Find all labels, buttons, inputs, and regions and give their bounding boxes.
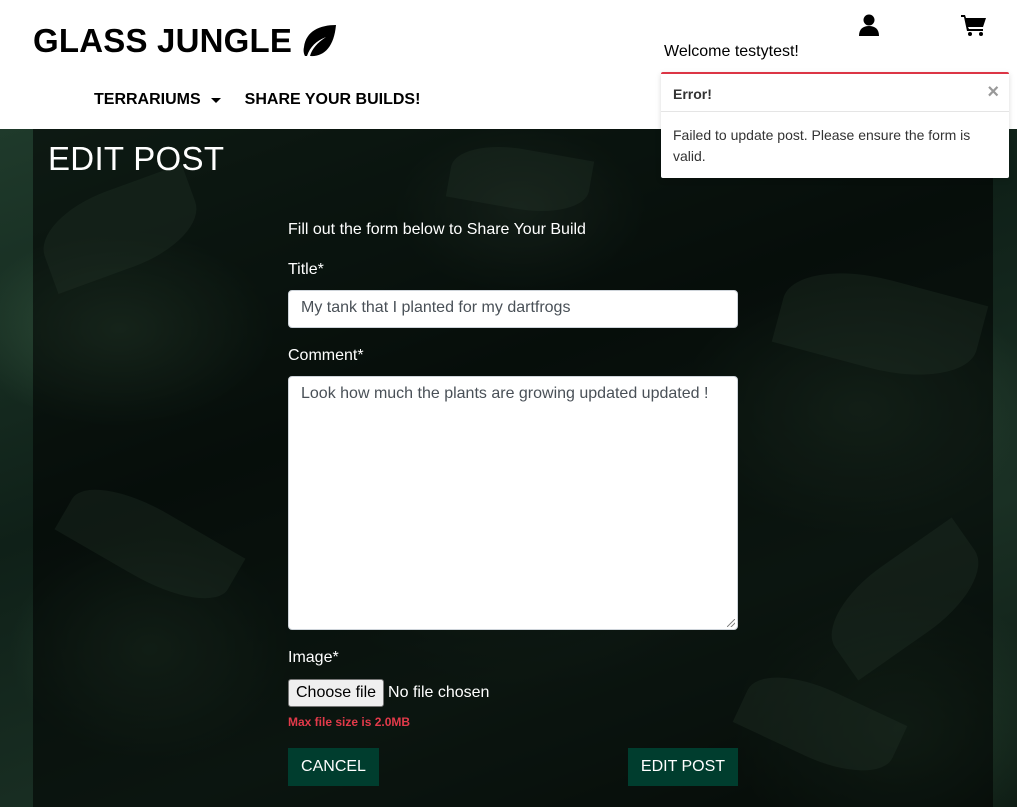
error-toast: Error! × Failed to update post. Please e… xyxy=(661,72,1009,178)
edit-post-button[interactable]: EDIT POST xyxy=(628,748,738,786)
nav-item-label: SHARE YOUR BUILDS! xyxy=(244,91,421,108)
image-label: Image* xyxy=(288,649,339,666)
comment-text: Look how much the plants are growing upd… xyxy=(301,385,709,402)
comment-label: Comment* xyxy=(288,347,364,364)
my-account-link[interactable]: My Account xyxy=(826,14,912,65)
toast-message: Failed to update post. Please ensure the… xyxy=(673,127,971,164)
file-status: No file chosen xyxy=(388,684,490,701)
my-account-label: My Account xyxy=(827,47,911,64)
cart-total: £0.00 xyxy=(953,47,995,64)
cancel-button[interactable]: CANCEL xyxy=(288,748,379,786)
close-icon[interactable]: × xyxy=(987,81,999,104)
form-intro: Fill out the form below to Share Your Bu… xyxy=(288,221,586,238)
toast-header: Error! × xyxy=(661,74,1009,112)
nav-item-share-your-builds[interactable]: SHARE YOUR BUILDS! xyxy=(245,91,421,109)
cart-link[interactable]: £0.00 xyxy=(948,14,1000,65)
resize-handle[interactable] xyxy=(727,619,735,627)
logo-text: GLASS JUNGLE xyxy=(33,22,293,59)
user-icon xyxy=(858,14,880,40)
welcome-text: Welcome testytest! xyxy=(664,43,799,60)
comment-textarea[interactable]: Look how much the plants are growing upd… xyxy=(288,376,738,630)
image-file-input: Choose file No file chosen xyxy=(288,679,489,707)
caret-down-icon xyxy=(210,97,221,103)
toast-title: Error! xyxy=(673,86,712,102)
title-label: Title* xyxy=(288,261,324,278)
nav-item-terrariums[interactable]: TERRARIUMS xyxy=(94,91,221,109)
site-logo[interactable]: GLASS JUNGLE xyxy=(33,22,340,60)
nav-item-label: TERRARIUMS xyxy=(94,91,201,108)
page-title: EDIT POST xyxy=(48,140,225,177)
max-file-size-note: Max file size is 2.0MB xyxy=(288,715,411,729)
cart-icon xyxy=(961,15,987,40)
title-input[interactable]: My tank that I planted for my dartfrogs xyxy=(288,290,738,328)
leaf-icon xyxy=(300,23,340,59)
choose-file-button[interactable]: Choose file xyxy=(288,679,385,707)
main-nav: TERRARIUMS SHARE YOUR BUILDS! xyxy=(94,91,420,109)
